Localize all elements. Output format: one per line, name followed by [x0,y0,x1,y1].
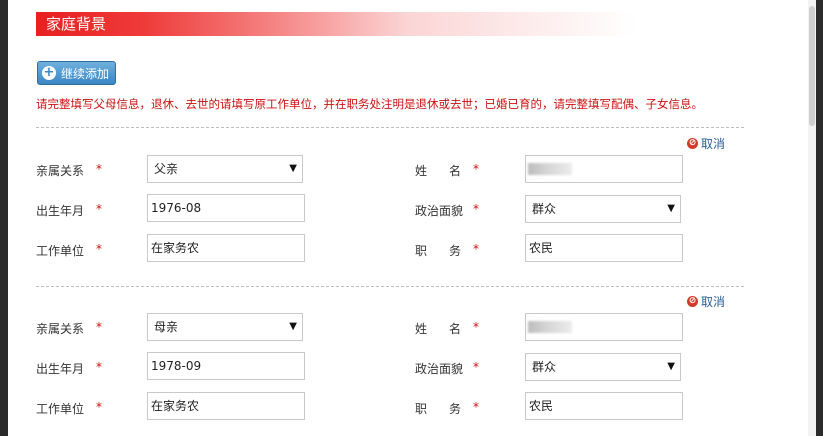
name-input[interactable] [525,313,683,341]
divider [36,127,744,128]
caret-down-icon: ▼ [289,321,297,332]
scrollbar[interactable] [808,0,816,436]
relation-select[interactable]: 母亲 ▼ [147,313,303,341]
add-more-button[interactable]: + 继续添加 [37,61,116,85]
required-star: * [473,162,479,176]
relation-label: 亲属关系 [36,164,85,178]
work-input[interactable]: 在家务农 [147,234,305,262]
section-title: 家庭背景 [46,15,107,33]
birth-label: 出生年月 [36,362,85,376]
birth-label: 出生年月 [36,204,85,218]
required-star: * [473,360,479,374]
form-page: 家庭背景 + 继续添加 请完整填写父母信息，退休、去世的请填写原工作单位，并在职… [8,0,808,436]
section-header: 家庭背景 [36,12,636,36]
required-star: * [473,320,479,334]
caret-down-icon: ▼ [667,361,675,372]
required-star: * [473,202,479,216]
caret-down-icon: ▼ [289,163,297,174]
scrollbar-thumb[interactable] [809,6,815,126]
position-input[interactable]: 农民 [525,392,683,420]
cancel-link[interactable]: ⊘ 取消 [687,293,725,310]
name-input[interactable] [525,155,683,183]
required-star: * [96,162,102,176]
required-star: * [96,360,102,374]
redacted-name [528,163,572,175]
cancel-link[interactable]: ⊘ 取消 [687,135,725,152]
caret-down-icon: ▼ [667,203,675,214]
political-label: 政治面貌 [415,204,464,218]
required-star: * [473,242,479,256]
instruction-notice: 请完整填写父母信息，退休、去世的请填写原工作单位，并在职务处注明是退休或去世；已… [36,97,703,111]
plus-circle-icon: + [42,65,56,80]
birth-input[interactable]: 1976-08 [147,194,305,222]
relation-label: 亲属关系 [36,322,85,336]
redacted-name [528,321,572,333]
required-star: * [96,400,102,414]
required-star: * [96,202,102,216]
divider [36,286,744,287]
position-input[interactable]: 农民 [525,234,683,262]
add-more-label: 继续添加 [61,66,110,81]
required-star: * [473,400,479,414]
work-label: 工作单位 [36,402,85,416]
required-star: * [96,320,102,334]
no-entry-icon: ⊘ [687,296,698,307]
political-label: 政治面貌 [415,362,464,376]
work-label: 工作单位 [36,244,85,258]
required-star: * [96,242,102,256]
political-select[interactable]: 群众 ▼ [525,353,681,381]
no-entry-icon: ⊘ [687,138,698,149]
political-select[interactable]: 群众 ▼ [525,195,681,223]
relation-select[interactable]: 父亲 ▼ [147,155,303,183]
birth-input[interactable]: 1978-09 [147,352,305,380]
work-input[interactable]: 在家务农 [147,392,305,420]
